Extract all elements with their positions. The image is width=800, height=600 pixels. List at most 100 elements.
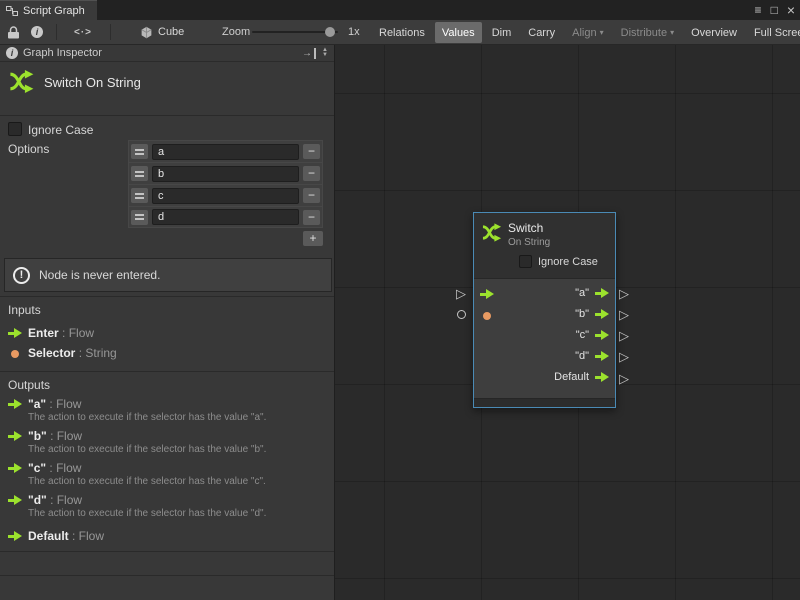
graph-inspector-panel: i Graph Inspector → ▲ ▼ Switch On String…: [0, 45, 335, 600]
inspector-header: i Graph Inspector → ▲ ▼: [0, 45, 334, 62]
output-connector-c[interactable]: ▷: [619, 329, 629, 342]
flow-arrow-icon: [8, 328, 23, 338]
toolbar-button-dim[interactable]: Dim: [485, 22, 519, 43]
remove-option-button[interactable]: −: [303, 210, 320, 225]
flow-arrow-icon: [8, 463, 23, 473]
toolbar-button-carry[interactable]: Carry: [521, 22, 562, 43]
dock-icon[interactable]: →: [302, 48, 316, 59]
remove-option-button[interactable]: −: [303, 188, 320, 203]
flow-output-port-icon[interactable]: [595, 288, 610, 298]
cube-icon: [140, 26, 153, 39]
inputs-header: Inputs: [8, 303, 41, 317]
drag-handle-icon[interactable]: [131, 166, 148, 181]
flow-arrow-icon: [8, 531, 23, 541]
output-connector-d[interactable]: ▷: [619, 350, 629, 363]
flow-output-port-icon[interactable]: [595, 330, 610, 340]
tab-title: Script Graph: [23, 5, 85, 17]
port-description: The action to execute if the selector ha…: [28, 412, 324, 423]
node-port-label: "a": [575, 287, 589, 299]
node-port-label: "c": [576, 329, 589, 341]
toolbar-button-fullscreen[interactable]: Full Screen: [747, 22, 800, 43]
option-input[interactable]: [152, 144, 299, 160]
output-connector-a[interactable]: ▷: [619, 287, 629, 300]
node-body: "a" "b" "c": [474, 279, 615, 389]
port-type: : Flow: [50, 493, 82, 507]
selector-port-icon[interactable]: [483, 312, 491, 320]
tab-script-graph[interactable]: Script Graph: [0, 0, 97, 20]
flow-output-port-icon[interactable]: [595, 309, 610, 319]
close-icon[interactable]: ×: [787, 3, 795, 17]
divider: [0, 115, 334, 116]
divider: [0, 551, 334, 552]
output-port-d: "d" : Flow The action to execute if the …: [0, 493, 334, 509]
option-row: −: [128, 206, 323, 228]
flow-input-port-icon[interactable]: [480, 289, 495, 299]
port-type: : Flow: [62, 326, 94, 340]
port-name: "d": [28, 493, 47, 507]
scroll-down-icon[interactable]: ▼: [322, 53, 328, 58]
option-input[interactable]: [152, 188, 299, 204]
inspector-header-title: Graph Inspector: [23, 47, 102, 59]
flow-output-port-icon[interactable]: [595, 372, 610, 382]
option-input[interactable]: [152, 209, 299, 225]
divider: [0, 575, 334, 576]
drag-handle-icon[interactable]: [131, 210, 148, 225]
info-toggle-icon[interactable]: i: [31, 20, 43, 44]
flow-arrow-icon: [8, 399, 23, 409]
window-controls: ≡ □ ×: [755, 0, 795, 20]
graph-icon: [6, 5, 18, 17]
lock-icon[interactable]: [8, 20, 19, 44]
flow-input-connector[interactable]: ▷: [456, 287, 466, 300]
port-type: : Flow: [49, 397, 81, 411]
output-connector-b[interactable]: ▷: [619, 308, 629, 321]
zoom-label: Zoom: [222, 20, 250, 44]
option-row: −: [128, 184, 323, 206]
node-port-row: "c": [474, 326, 615, 347]
add-option-button[interactable]: +: [303, 231, 323, 246]
output-connector-default[interactable]: ▷: [619, 372, 629, 385]
warning-box: ! Node is never entered.: [4, 258, 332, 292]
switch-node-icon: [8, 68, 37, 95]
toolbar-button-distribute[interactable]: Distribute ▾: [614, 22, 681, 43]
warning-text: Node is never entered.: [39, 268, 160, 282]
drag-handle-icon[interactable]: [131, 144, 148, 159]
toolbar-button-align[interactable]: Align ▾: [565, 22, 610, 43]
switch-on-string-node[interactable]: Switch On String Ignore Case "a" "b": [473, 212, 616, 408]
ignore-case-checkbox[interactable]: [8, 122, 22, 136]
toolbar-button-values[interactable]: Values: [435, 22, 482, 43]
titlebar: Script Graph ≡ □ ×: [0, 0, 800, 20]
graph-canvas[interactable]: ▷ ▷ ▷ ▷ ▷ ▷ Switch On String: [335, 45, 800, 600]
string-port-icon: [11, 350, 19, 358]
node-ignore-case-checkbox[interactable]: [519, 255, 532, 268]
toolbar: i <·> Cube Zoom 1x Relations Values Dim …: [0, 20, 800, 45]
option-input[interactable]: [152, 166, 299, 182]
remove-option-button[interactable]: −: [303, 166, 320, 181]
port-name: "b": [28, 429, 47, 443]
info-icon: i: [6, 47, 18, 59]
target-object-selector[interactable]: Cube: [140, 20, 184, 44]
unity-window: Script Graph ≡ □ × i <·> Cube Z: [0, 0, 800, 600]
node-header[interactable]: Switch On String Ignore Case: [474, 213, 615, 279]
option-row: −: [128, 140, 323, 162]
window-menu-icon[interactable]: ≡: [755, 4, 762, 16]
divider: [0, 371, 334, 372]
node-port-row: Default: [474, 368, 615, 389]
toolbar-button-overview[interactable]: Overview: [684, 22, 744, 43]
port-name: Enter: [28, 326, 59, 340]
flow-output-port-icon[interactable]: [595, 351, 610, 361]
zoom-slider-knob[interactable]: [325, 27, 335, 37]
node-subtitle: On String: [508, 237, 550, 248]
zoom-slider-track[interactable]: [252, 31, 338, 33]
toolbar-button-relations[interactable]: Relations: [372, 22, 432, 43]
maximize-icon[interactable]: □: [771, 4, 778, 16]
selector-input-connector[interactable]: [457, 310, 466, 319]
code-icon[interactable]: <·>: [74, 20, 92, 44]
scroll-arrows[interactable]: ▲ ▼: [322, 48, 328, 59]
divider: [0, 296, 334, 297]
zoom-slider[interactable]: [252, 20, 338, 44]
remove-option-button[interactable]: −: [303, 144, 320, 159]
switch-node-icon: [481, 222, 504, 243]
node-port-label: "d": [575, 350, 589, 362]
output-port-default: Default : Flow: [0, 529, 334, 545]
drag-handle-icon[interactable]: [131, 188, 148, 203]
